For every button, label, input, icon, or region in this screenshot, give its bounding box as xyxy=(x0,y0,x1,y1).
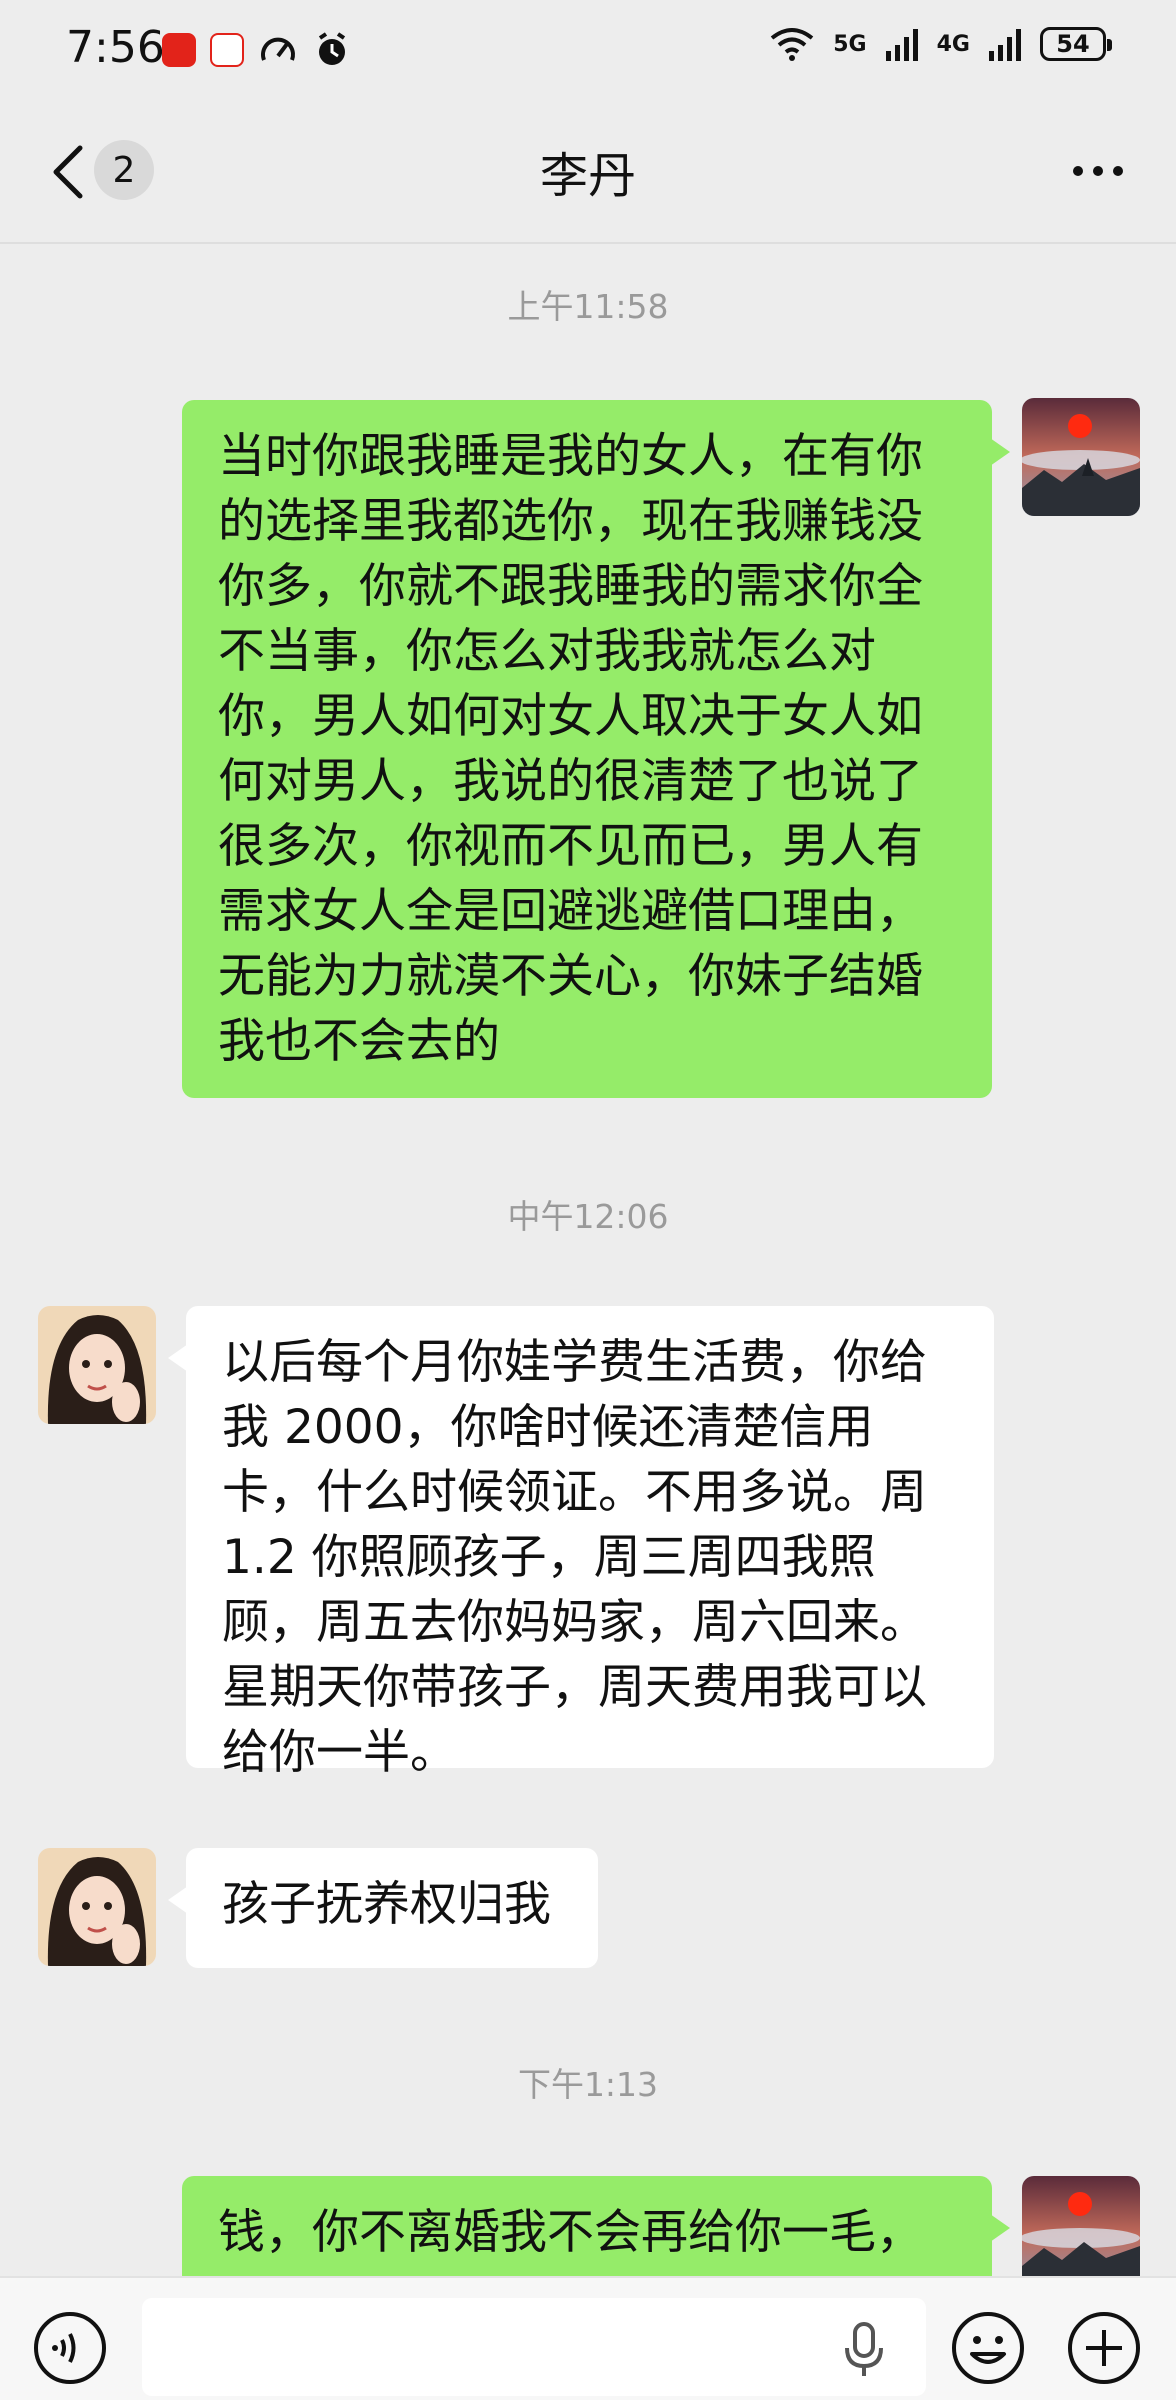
status-app-icons xyxy=(162,30,352,70)
emoji-icon[interactable] xyxy=(950,2310,1026,2386)
signal-icon xyxy=(989,29,1021,61)
speedometer-icon xyxy=(261,37,295,61)
more-options-icon[interactable] xyxy=(1066,146,1130,196)
status-time: 7:56 xyxy=(66,22,165,73)
woman-portrait-avatar-image xyxy=(38,1306,156,1424)
microphone-icon[interactable] xyxy=(842,2320,886,2380)
sent-message-bubble[interactable]: 钱，你不离婚我不会再给你一毛， xyxy=(182,2176,1010,2276)
chat-input-bar xyxy=(0,2276,1176,2400)
contact-avatar[interactable] xyxy=(38,1848,156,1966)
network-label-1: 5G xyxy=(833,31,867,57)
wifi-icon xyxy=(771,28,814,61)
chat-header: 2 李丹 xyxy=(0,100,1176,244)
sunset-mountain-avatar-image xyxy=(1022,398,1140,516)
voice-mode-icon[interactable] xyxy=(32,2310,108,2386)
contact-avatar[interactable] xyxy=(38,1306,156,1424)
received-message-bubble[interactable]: 孩子抚养权归我 xyxy=(168,1848,598,1968)
signal-icon xyxy=(885,29,918,61)
received-message-bubble[interactable]: 以后每个月你娃学费生活费，你给我 2000，你啥时候还清楚信用卡，什么时候领证。… xyxy=(168,1306,994,1780)
message-timestamp: 中午12:06 xyxy=(507,1197,669,1236)
app-notification-icon xyxy=(210,33,244,67)
message-timestamp: 下午1:13 xyxy=(517,2065,659,2104)
network-label-2: 4G xyxy=(936,31,970,57)
my-avatar[interactable] xyxy=(1022,398,1140,516)
message-input[interactable] xyxy=(142,2298,926,2396)
my-avatar[interactable] xyxy=(1022,2176,1140,2276)
message-list[interactable]: 上午11:58 当时你跟我睡是我的女人，在有你的选择里我都选你，现在我赚钱没你多… xyxy=(0,244,1176,2276)
battery-indicator: 54 xyxy=(1040,27,1112,61)
sunset-mountain-avatar-image xyxy=(1022,2176,1140,2276)
message-timestamp: 上午11:58 xyxy=(507,287,669,326)
plus-icon[interactable] xyxy=(1066,2310,1142,2386)
status-bar: 7:56 5G 4G 54 xyxy=(0,0,1176,100)
alarm-icon xyxy=(318,32,346,65)
chat-title: 李丹 xyxy=(539,148,636,204)
app-notification-icon xyxy=(162,33,196,67)
sent-message-bubble[interactable]: 当时你跟我睡是我的女人，在有你的选择里我都选你，现在我赚钱没你多，你就不跟我睡我… xyxy=(182,400,1010,1098)
status-right: 5G 4G 54 xyxy=(769,26,1112,62)
woman-portrait-avatar-image xyxy=(38,1848,156,1966)
